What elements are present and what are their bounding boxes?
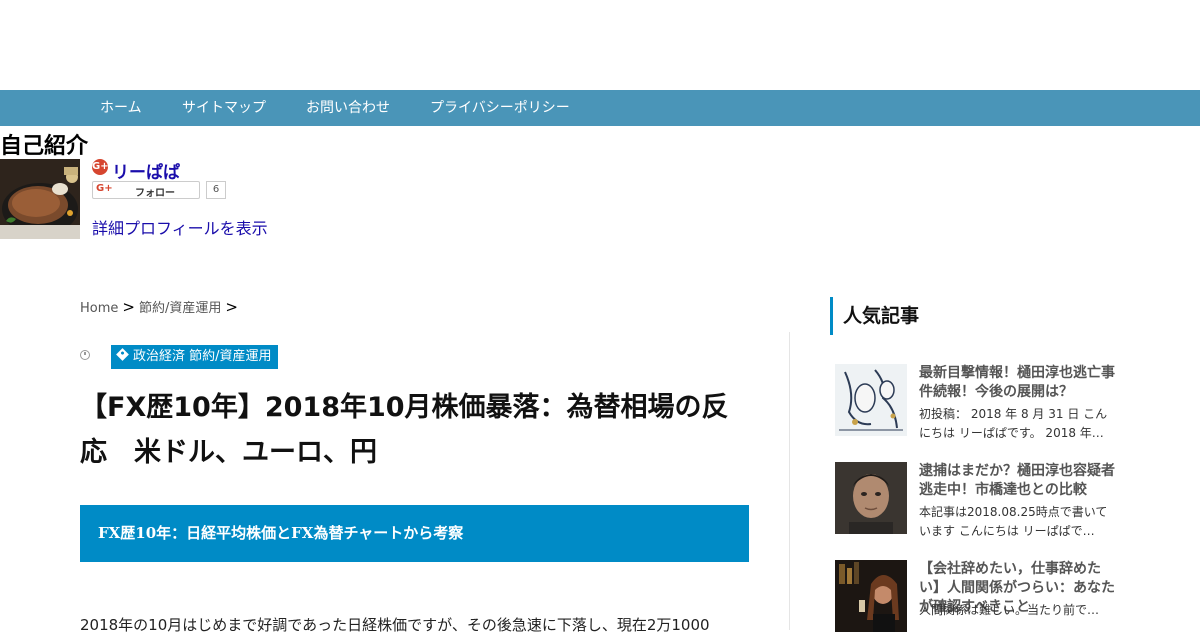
nav-item-contact[interactable]: お問い合わせ <box>306 90 390 126</box>
category-tag-label: 政治経済 節約/資産運用 <box>133 349 272 364</box>
follower-count: 6 <box>206 181 226 199</box>
category-tag[interactable]: 政治経済 節約/資産運用 <box>111 345 278 369</box>
tag-icon <box>116 348 129 361</box>
popular-post-thumbnail[interactable] <box>835 462 907 534</box>
breadcrumb-home[interactable]: Home <box>80 301 118 316</box>
view-profile-link[interactable]: 詳細プロフィールを表示 <box>92 215 268 239</box>
breadcrumb: Home > 節約/資産運用 > <box>80 297 242 316</box>
popular-post-excerpt: 初投稿： 2018 年 8 月 31 日 こんにちは リーぱぱです。 2018 … <box>919 407 1108 440</box>
popular-posts-heading: 人気記事 <box>830 297 1130 335</box>
breadcrumb-category[interactable]: 節約/資産運用 <box>139 301 221 316</box>
popular-post-thumbnail[interactable] <box>835 560 907 632</box>
profile-title: 自己紹介 <box>0 134 89 159</box>
popular-post-title[interactable]: 逮捕はまだか？樋田淳也容疑者逃走中！市橋達也との比較 <box>919 462 1119 500</box>
popular-post-title[interactable]: 最新目撃情報！樋田淳也逃亡事件続報！今後の展開は？ <box>919 364 1119 402</box>
global-nav: ホーム サイトマップ お問い合わせ プライバシーポリシー <box>0 90 1200 126</box>
profile-avatar[interactable] <box>0 159 80 239</box>
bar-photo <box>835 560 907 632</box>
popular-post-thumbnail[interactable] <box>835 364 907 436</box>
steak-image <box>0 159 80 239</box>
nav-item-home[interactable]: ホーム <box>100 90 142 126</box>
nav-item-sitemap[interactable]: サイトマップ <box>182 90 266 126</box>
post-subheading: FX歴10年：日経平均株価とFX為替チャートから考察 <box>80 505 749 562</box>
post-body-text: 2018年の10月はじめまで好調であった日経株価ですが、その後急速に下落し、現在… <box>80 616 710 634</box>
popular-post-excerpt: 人間関係は難しい。当たり前で… <box>919 603 1100 617</box>
post-title: 【FX歴10年】2018年10月株価暴落：為替相場の反応 米ドル、ユーロ、円 <box>80 392 729 468</box>
google-plus-icon: G+ <box>92 159 109 175</box>
breadcrumb-separator: > <box>225 298 238 316</box>
google-plus-small-icon: G+ <box>96 183 113 194</box>
follow-button[interactable]: G+ フォロー <box>92 181 200 199</box>
column-divider <box>789 332 790 630</box>
clock-icon <box>80 350 90 360</box>
nav-item-privacy-policy[interactable]: プライバシーポリシー <box>430 90 570 126</box>
popular-post-excerpt: 本記事は2018.08.25時点で書いています こんにちは リーぱぱで… <box>919 505 1108 538</box>
illustration-image <box>835 364 907 436</box>
follow-button-label: フォロー <box>135 188 175 199</box>
profile-name-link[interactable]: リーぱぱ <box>112 158 180 183</box>
breadcrumb-separator: > <box>122 298 135 316</box>
portrait-photo <box>835 462 907 534</box>
